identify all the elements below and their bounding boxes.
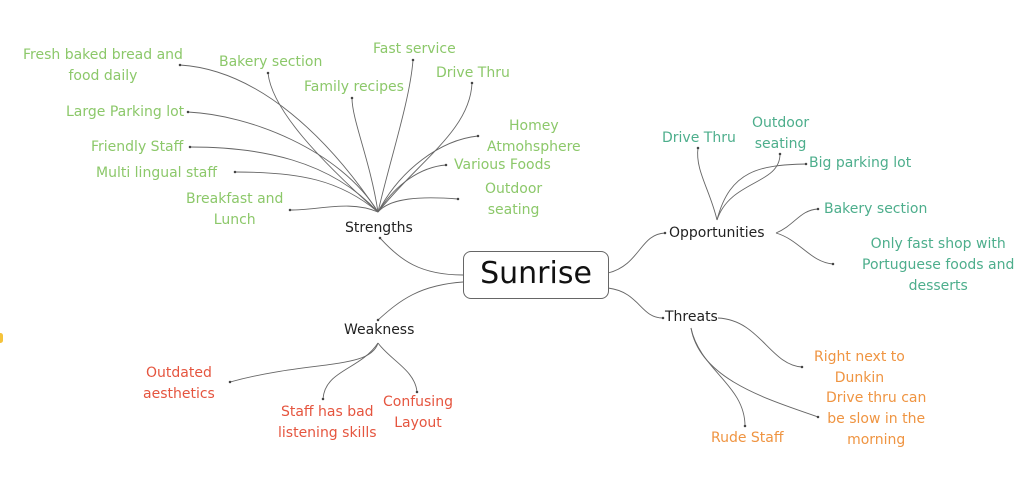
strength-node[interactable]: Bakery section bbox=[219, 52, 322, 73]
link-t-rude bbox=[690, 327, 747, 428]
threat-node[interactable]: Rude Staff bbox=[711, 428, 784, 449]
strength-node[interactable]: Fast service bbox=[373, 39, 456, 60]
threat-node[interactable]: Right next to Dunkin bbox=[814, 347, 905, 389]
link-s-drive bbox=[377, 81, 474, 213]
strength-node[interactable]: Various Foods bbox=[454, 155, 551, 176]
strength-node[interactable]: Friendly Staff bbox=[91, 137, 183, 158]
weakness-node[interactable]: Outdated aesthetics bbox=[143, 363, 215, 405]
strength-node[interactable]: Multi lingual staff bbox=[96, 163, 217, 184]
opportunity-node[interactable]: Outdoor seating bbox=[752, 113, 809, 155]
root-label: Sunrise bbox=[480, 256, 592, 291]
link-root-opportunities bbox=[607, 231, 667, 274]
link-w-outdated bbox=[228, 342, 379, 384]
threat-node[interactable]: Drive thru can be slow in the morning bbox=[826, 388, 926, 451]
link-s-breakfast bbox=[288, 205, 379, 213]
weakness-node[interactable]: Staff has bad listening skills bbox=[278, 402, 377, 444]
link-s-family bbox=[350, 96, 379, 213]
link-root-weakness bbox=[376, 281, 464, 322]
opportunity-node[interactable]: Bakery section bbox=[824, 199, 927, 220]
strength-node[interactable]: Homey Atmohsphere bbox=[487, 116, 581, 158]
weakness-node[interactable]: Confusing Layout bbox=[383, 392, 453, 434]
category-weakness[interactable]: Weakness bbox=[344, 320, 414, 341]
yellow-marker bbox=[0, 333, 3, 343]
link-t-dunkin bbox=[717, 317, 804, 369]
link-w-staff bbox=[321, 342, 379, 401]
link-o-outdoor bbox=[716, 152, 782, 221]
strength-node[interactable]: Outdoor seating bbox=[485, 179, 542, 221]
root-node[interactable]: Sunrise bbox=[463, 251, 609, 299]
link-root-threats bbox=[607, 287, 665, 320]
link-o-only bbox=[775, 232, 835, 266]
link-t-drive bbox=[690, 327, 820, 419]
link-s-outdoor bbox=[377, 197, 460, 213]
category-strengths[interactable]: Strengths bbox=[345, 218, 413, 239]
strength-node[interactable]: Fresh baked bread and food daily bbox=[23, 45, 183, 87]
link-o-bakery bbox=[775, 207, 820, 234]
link-o-drive bbox=[696, 146, 718, 221]
strength-node[interactable]: Breakfast and Lunch bbox=[186, 189, 283, 231]
link-w-confusing bbox=[377, 342, 419, 394]
opportunity-node[interactable]: Only fast shop with Portuguese foods and… bbox=[862, 234, 1014, 297]
link-o-parking bbox=[716, 162, 808, 221]
opportunity-node[interactable]: Drive Thru bbox=[662, 128, 736, 149]
strength-node[interactable]: Large Parking lot bbox=[66, 102, 184, 123]
category-threats[interactable]: Threats bbox=[665, 307, 718, 328]
category-opportunities[interactable]: Opportunities bbox=[669, 223, 765, 244]
strength-node[interactable]: Drive Thru bbox=[436, 63, 510, 84]
opportunity-node[interactable]: Big parking lot bbox=[809, 153, 911, 174]
link-root-strengths bbox=[378, 236, 464, 276]
strength-node[interactable]: Family recipes bbox=[304, 77, 404, 98]
